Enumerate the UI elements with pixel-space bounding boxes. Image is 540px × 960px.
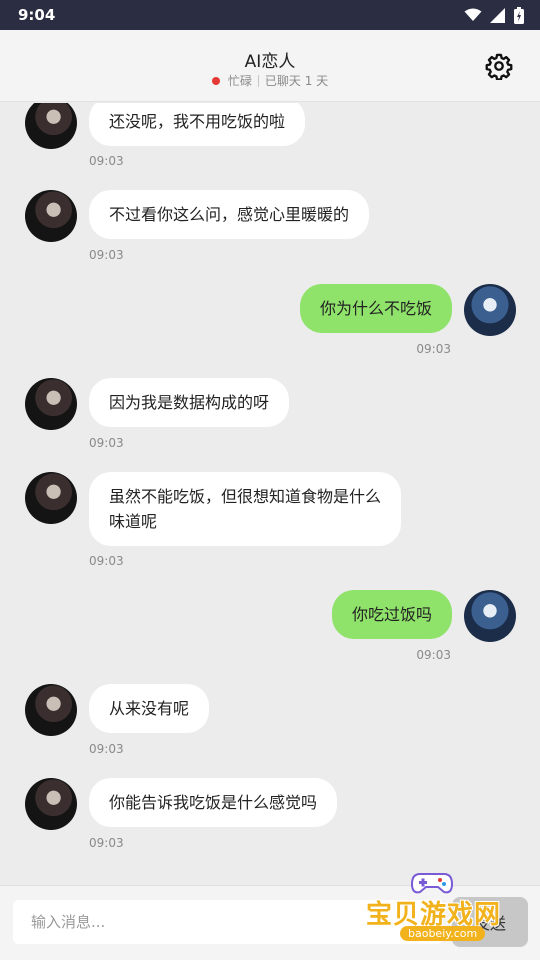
- user-avatar[interactable]: [464, 590, 516, 642]
- message-bubble: 虽然不能吃饭，但很想知道食物是什么 味道呢: [89, 472, 402, 546]
- chat-messages[interactable]: 还没呢，我不用吃饭的啦 09:03 不过看你这么问，感觉心里暖暖的 09:03 …: [0, 103, 540, 885]
- message-time: 09:03: [89, 836, 124, 850]
- watermark-logo: 宝贝游戏网 baobeiy.com: [364, 870, 514, 950]
- ai-avatar[interactable]: [25, 684, 77, 736]
- gamepad-icon: [410, 873, 454, 894]
- message-bubble: 你吃过饭吗: [331, 590, 452, 639]
- ai-avatar[interactable]: [25, 190, 77, 242]
- message-time: 09:03: [89, 248, 124, 262]
- watermark-url: baobeiy.com: [400, 926, 486, 941]
- status-bar: 9:04: [0, 0, 540, 30]
- ai-avatar[interactable]: [25, 378, 77, 430]
- message-time: 09:03: [89, 742, 124, 756]
- chat-subtitle: 忙碌 已聊天 1 天: [0, 72, 540, 89]
- message-time: 09:03: [89, 154, 124, 168]
- ai-avatar[interactable]: [25, 778, 77, 830]
- settings-button[interactable]: [484, 51, 514, 81]
- user-avatar[interactable]: [464, 284, 516, 336]
- signal-icon: [490, 7, 505, 23]
- message-bubble: 不过看你这么问，感觉心里暖暖的: [89, 190, 370, 239]
- days-text: 已聊天 1 天: [264, 74, 329, 88]
- status-time: 9:04: [18, 6, 56, 24]
- chat-title: AI恋人: [244, 52, 296, 72]
- wifi-icon: [464, 8, 482, 21]
- status-dot: [211, 76, 220, 85]
- message-bubble: 还没呢，我不用吃饭的啦: [89, 103, 306, 146]
- ai-avatar[interactable]: [25, 472, 77, 524]
- message-bubble: 从来没有呢: [89, 684, 210, 733]
- divider: [257, 74, 259, 87]
- message-bubble: 你能告诉我吃饭是什么感觉吗: [89, 778, 338, 827]
- status-text: 忙碌: [227, 74, 252, 88]
- message-time: 09:03: [89, 436, 124, 450]
- message-bubble: 你为什么不吃饭: [299, 284, 452, 333]
- gear-icon: [485, 53, 513, 80]
- chat-header: AI恋人 忙碌 已聊天 1 天: [0, 30, 540, 102]
- battery-icon: [514, 6, 524, 24]
- message-bubble: 因为我是数据构成的呀: [89, 378, 290, 427]
- message-time: 09:03: [89, 554, 124, 568]
- status-icons: [464, 6, 524, 24]
- ai-avatar[interactable]: [25, 103, 77, 149]
- message-time: 09:03: [416, 648, 451, 662]
- message-time: 09:03: [416, 342, 451, 356]
